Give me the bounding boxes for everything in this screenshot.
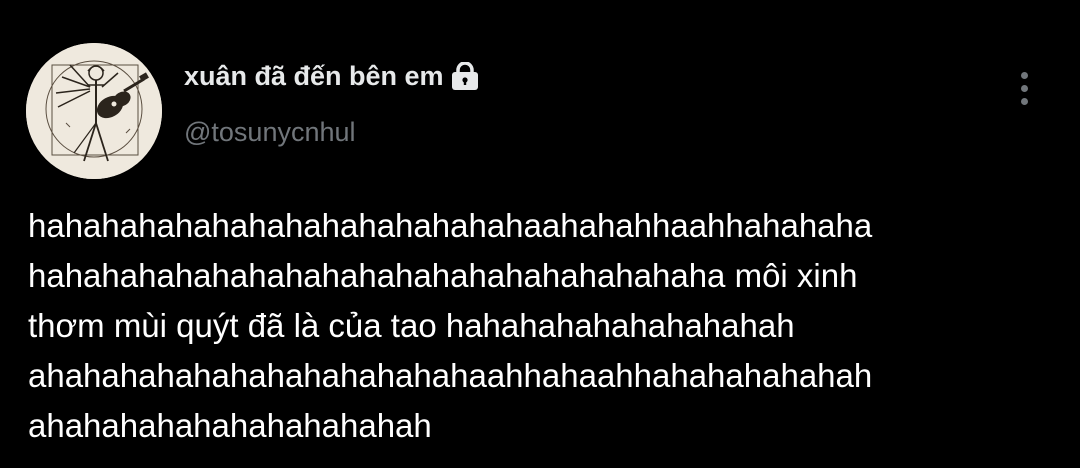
- vitruvian-guitar-avatar: [26, 43, 162, 179]
- lock-icon: [450, 60, 480, 92]
- tweet-card: xuân đã đến bên em @tosunycnhul hahahaha…: [0, 0, 1080, 468]
- more-vertical-icon: [1020, 84, 1028, 92]
- user-handle[interactable]: @tosunycnhul: [184, 117, 356, 148]
- more-vertical-icon: [1020, 71, 1028, 79]
- tweet-text-line: thơm mùi quýt đã là của tao hahahahahaha…: [28, 307, 795, 344]
- display-name[interactable]: xuân đã đến bên em: [184, 60, 480, 92]
- tweet-text-line: hahahahahahahahahahahahahahaahahahhaahha…: [28, 207, 873, 244]
- tweet-text-line: hahahahahahahahahahahahahahahahahahaha m…: [28, 257, 858, 294]
- tweet-text-line: ahahahahahahahahahahahahaahhahaahhahahah…: [28, 357, 873, 394]
- more-vertical-icon: [1020, 97, 1028, 105]
- tweet-text: hahahahahahahahahahahahahahaahahahhaahha…: [28, 201, 1068, 451]
- avatar[interactable]: [26, 43, 162, 179]
- more-options-button[interactable]: [1005, 66, 1043, 110]
- display-name-text: xuân đã đến bên em: [184, 61, 444, 91]
- tweet-text-line: ahahahahahahahahahahah: [28, 407, 432, 444]
